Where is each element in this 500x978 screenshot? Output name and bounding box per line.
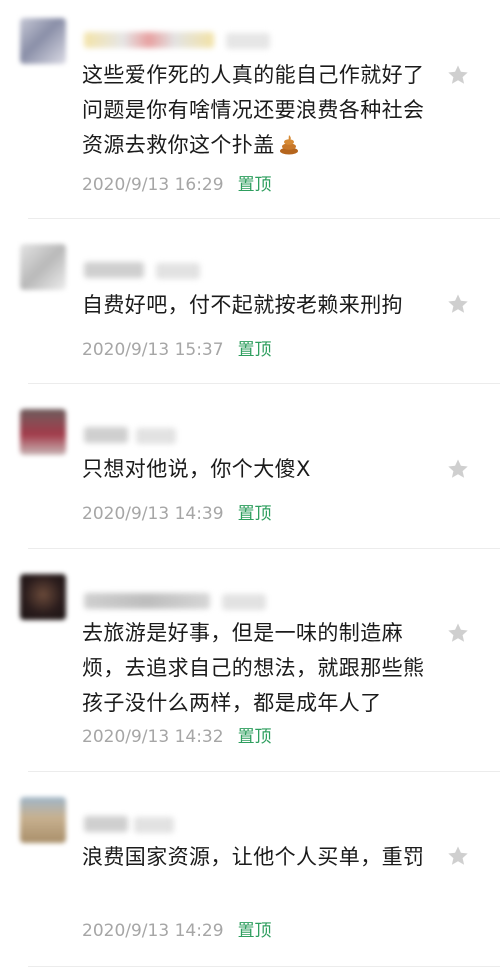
comment-text: 自费好吧，付不起就按老赖来刑拘 xyxy=(82,288,432,323)
pin-button[interactable]: 置顶 xyxy=(238,921,272,941)
star-icon[interactable] xyxy=(446,844,470,868)
comment-meta: 2020/9/13 14:39 置顶 xyxy=(82,499,272,524)
comment-meta: 2020/9/13 14:29 置顶 xyxy=(82,916,272,941)
divider xyxy=(28,383,500,384)
divider xyxy=(28,966,500,967)
user-level-blurred xyxy=(222,594,266,610)
comment-date: 2020/9/13 14:29 xyxy=(82,921,224,941)
user-level-blurred xyxy=(156,263,200,279)
username-blurred[interactable] xyxy=(84,816,128,832)
comment-text-content: 只想对他说，你个大傻X xyxy=(82,457,311,481)
poop-emoji-icon xyxy=(278,131,300,166)
avatar[interactable] xyxy=(20,409,66,455)
comment-meta: 2020/9/13 14:32 置顶 xyxy=(82,722,272,747)
comment-meta: 2020/9/13 16:29 置顶 xyxy=(82,170,272,195)
user-level-blurred xyxy=(226,33,270,49)
username-blurred[interactable] xyxy=(84,32,214,48)
username-blurred[interactable] xyxy=(84,262,144,278)
avatar[interactable] xyxy=(20,797,66,843)
star-icon[interactable] xyxy=(446,292,470,316)
pin-button[interactable]: 置顶 xyxy=(238,340,272,360)
comment-date: 2020/9/13 14:32 xyxy=(82,727,224,747)
comment-date: 2020/9/13 16:29 xyxy=(82,175,224,195)
star-icon[interactable] xyxy=(446,621,470,645)
comment-text: 浪费国家资源，让他个人买单，重罚 xyxy=(82,840,432,910)
pin-button[interactable]: 置顶 xyxy=(238,175,272,195)
divider xyxy=(28,548,500,549)
star-icon[interactable] xyxy=(446,63,470,87)
comment-date: 2020/9/13 15:37 xyxy=(82,340,224,360)
comment-date: 2020/9/13 14:39 xyxy=(82,504,224,524)
avatar[interactable] xyxy=(20,574,66,620)
comment-meta: 2020/9/13 15:37 置顶 xyxy=(82,335,272,360)
comment-text: 去旅游是好事，但是一味的制造麻烦，去追求自己的想法，就跟那些熊孩子没什么两样，都… xyxy=(82,616,432,721)
comment-text-content: 浪费国家资源，让他个人买单，重罚 xyxy=(82,845,425,869)
pin-button[interactable]: 置顶 xyxy=(238,727,272,747)
user-level-blurred xyxy=(134,817,174,833)
user-level-blurred xyxy=(136,428,176,444)
divider xyxy=(28,771,500,772)
divider xyxy=(28,218,500,219)
comment-text-content: 去旅游是好事，但是一味的制造麻烦，去追求自己的想法，就跟那些熊孩子没什么两样，都… xyxy=(82,621,425,715)
comment-text: 这些爱作死的人真的能自己作就好了 问题是你有啥情况还要浪费各种社会资源去救你这个… xyxy=(82,58,432,163)
comment-text-content: 这些爱作死的人真的能自己作就好了 问题是你有啥情况还要浪费各种社会资源去救你这个… xyxy=(82,63,425,157)
avatar[interactable] xyxy=(20,18,66,64)
star-icon[interactable] xyxy=(446,457,470,481)
username-blurred[interactable] xyxy=(84,427,128,443)
comment-text: 只想对他说，你个大傻X xyxy=(82,452,432,487)
username-blurred[interactable] xyxy=(84,593,210,609)
pin-button[interactable]: 置顶 xyxy=(238,504,272,524)
comment-text-content: 自费好吧，付不起就按老赖来刑拘 xyxy=(82,293,403,317)
avatar[interactable] xyxy=(20,244,66,290)
